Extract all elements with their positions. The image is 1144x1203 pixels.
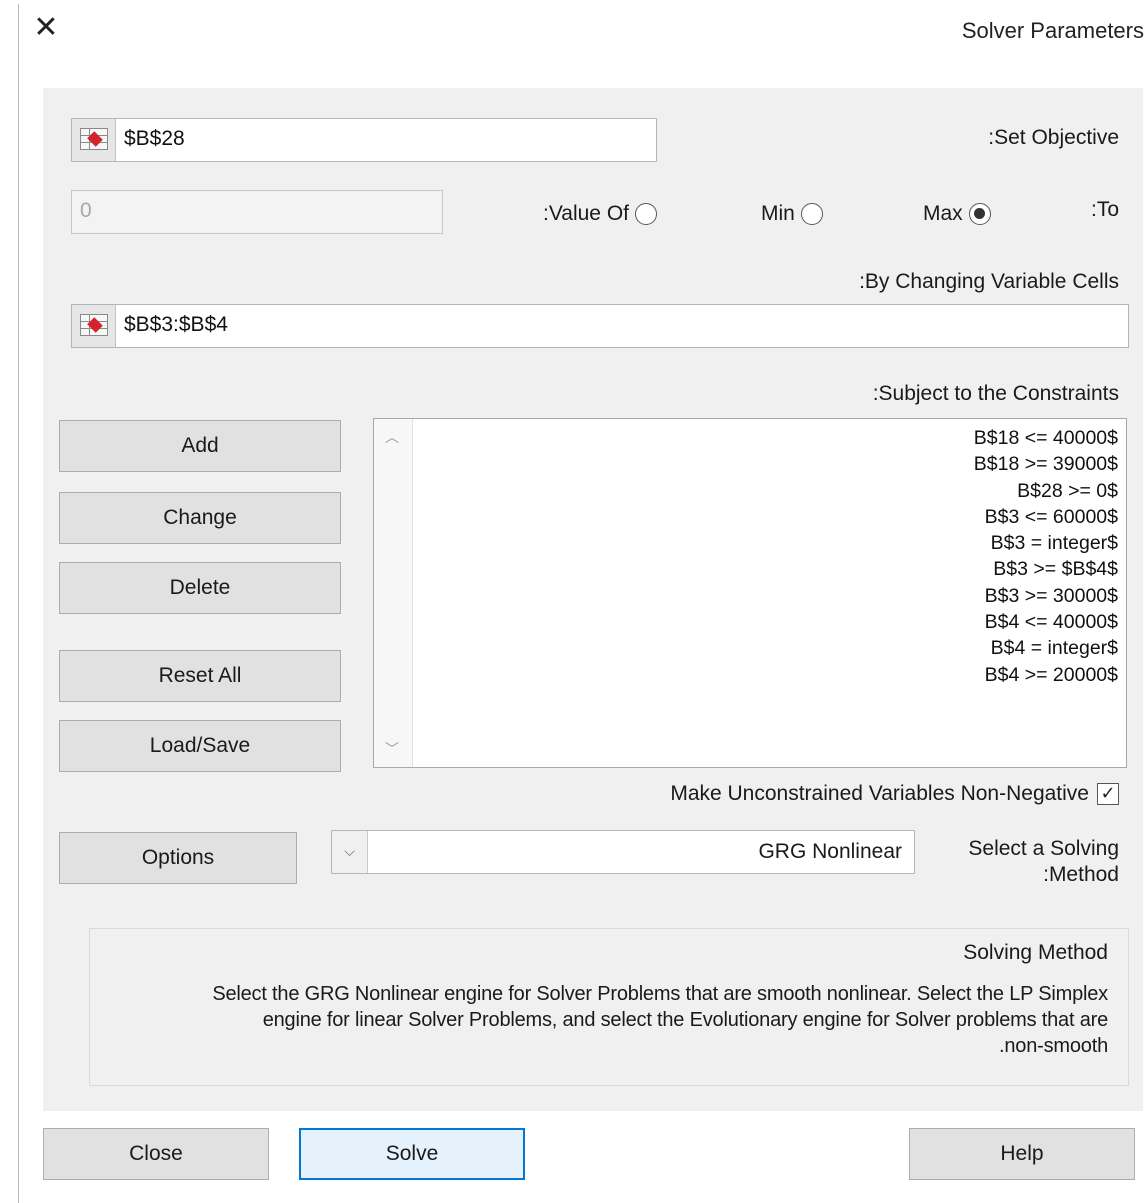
help-button[interactable]: Help [909,1128,1135,1180]
solving-method-description: Select the GRG Nonlinear engine for Solv… [108,981,1108,1059]
constraint-item[interactable]: B$28 >= 0$ [974,478,1118,504]
reset-all-button[interactable]: Reset All [59,650,341,702]
constraint-item[interactable]: B$18 <= 40000$ [974,425,1118,451]
non-negative-option[interactable]: Make Unconstrained Variables Non-Negativ… [670,782,1119,806]
objective-label: :Set Objective [988,126,1119,149]
solving-method-value: GRG Nonlinear [758,840,902,863]
range-select-icon[interactable] [72,305,116,347]
solver-dialog: ✕ Solver Parameters $B$28 :Set Objective… [18,4,1144,1203]
parameters-panel: $B$28 :Set Objective 0 :Value Of Min Max… [43,88,1143,1111]
description-line-2: engine for linear Solver Problems, and s… [262,1009,1109,1031]
solving-method-label: Select a Solving :Method [968,836,1119,888]
load-save-button[interactable]: Load/Save [59,720,341,772]
close-icon[interactable]: ✕ [31,10,61,46]
variables-input[interactable]: $B$3:$B$4 [71,304,1129,348]
constraints-list[interactable]: ︿ ﹀ B$18 <= 40000$ B$18 >= 39000$ B$28 >= … [373,418,1127,768]
solving-method-select[interactable]: ⌵ GRG Nonlinear [331,830,915,874]
range-select-icon[interactable] [72,119,116,161]
constraint-item[interactable]: B$3 = integer$ [974,530,1118,556]
chevron-down-icon[interactable]: ⌵ [332,831,368,873]
radio-min[interactable]: Min [761,202,823,226]
chevron-down-icon[interactable]: ﹀ [385,739,399,759]
value-of-input[interactable]: 0 [71,190,443,234]
variables-label: :By Changing Variable Cells [859,270,1119,293]
chevron-up-icon[interactable]: ︿ [385,427,399,447]
description-line-3: .non-smooth [999,1035,1108,1057]
min-label: Min [761,202,795,225]
constraint-item[interactable]: B$3 >= 30000$ [974,583,1118,609]
constraints-label: :Subject to the Constraints [872,382,1119,405]
options-button[interactable]: Options [59,832,297,884]
solving-method-group: Solving Method Select the GRG Nonlinear … [89,928,1129,1086]
objective-input[interactable]: $B$28 [71,118,657,162]
constraint-item[interactable]: B$4 >= 20000$ [974,662,1118,688]
radio-min-circle[interactable] [800,203,823,226]
solving-method-label-line2: :Method [1043,863,1119,886]
change-button[interactable]: Change [59,492,341,544]
non-negative-label: Make Unconstrained Variables Non-Negativ… [670,782,1089,805]
solving-method-label-line1: Select a Solving [968,837,1119,860]
constraint-item[interactable]: B$4 = integer$ [974,635,1118,661]
constraint-item[interactable]: B$3 >= $B$4$ [974,556,1118,582]
constraint-items: B$18 <= 40000$ B$18 >= 39000$ B$28 >= 0$ B$… [974,425,1118,688]
description-line-1: Select the GRG Nonlinear engine for Solv… [212,983,1108,1005]
solve-button[interactable]: Solve [299,1128,525,1180]
constraint-item[interactable]: B$3 <= 60000$ [974,504,1118,530]
delete-button[interactable]: Delete [59,562,341,614]
radio-max-circle[interactable] [968,203,991,226]
to-label: :To [1090,198,1119,221]
title-bar: ✕ Solver Parameters [19,4,1144,60]
max-label: Max [923,202,963,225]
variables-value: $B$3:$B$4 [124,313,228,336]
constraints-scrollbar[interactable]: ︿ ﹀ [374,419,413,767]
close-button[interactable]: Close [43,1128,269,1180]
non-negative-checkbox[interactable]: ✓ [1097,783,1119,806]
constraint-item[interactable]: B$18 >= 39000$ [974,451,1118,477]
objective-value: $B$28 [124,127,185,150]
value-of-label: :Value Of [543,202,629,225]
radio-value-of[interactable]: :Value Of [543,202,657,226]
constraint-item[interactable]: B$4 <= 40000$ [974,609,1118,635]
radio-value-of-circle[interactable] [635,203,657,226]
solving-method-title: Solving Method [963,941,1108,964]
radio-max[interactable]: Max [923,202,991,226]
dialog-title: Solver Parameters [961,18,1144,43]
add-button[interactable]: Add [59,420,341,472]
